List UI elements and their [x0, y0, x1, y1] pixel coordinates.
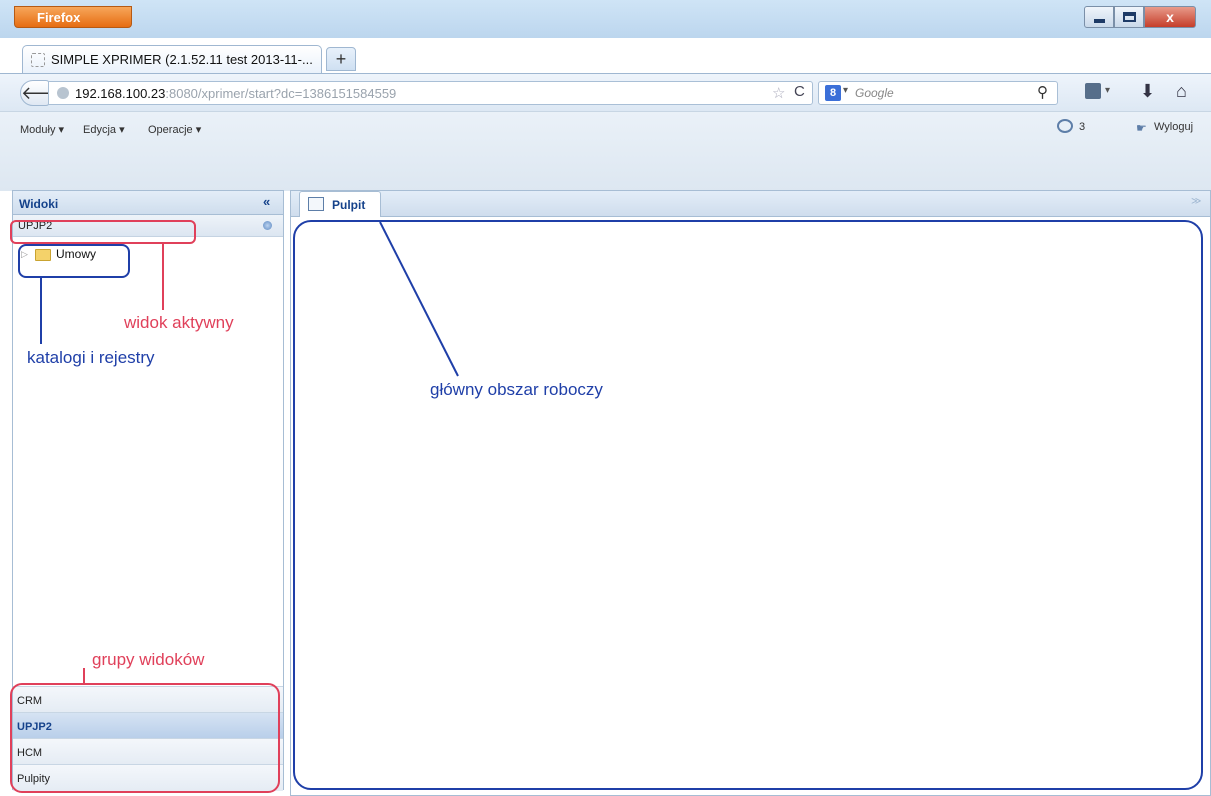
chat-bubble-icon[interactable] — [1057, 119, 1073, 133]
views-panel-header: Widoki « — [13, 191, 283, 215]
maximize-icon — [1123, 12, 1136, 22]
panel-title: Widoki — [19, 197, 59, 211]
close-icon: x — [1166, 9, 1174, 25]
tab-pulpit-label: Pulpit — [332, 198, 366, 212]
firefox-menu-button[interactable]: Firefox — [14, 6, 132, 28]
app-menubar: Moduły ▾ Edycja ▾ Operacje ▾ 3 ☛ Wyloguj — [0, 111, 1211, 191]
address-bar[interactable]: 192.168.100.23:8080/xprimer/start?dc=138… — [48, 81, 813, 105]
annotation-box-work-area — [293, 220, 1203, 790]
annotation-label-active-view: widok aktywny — [124, 313, 234, 332]
dashboard-icon — [308, 197, 324, 211]
browser-tab-active[interactable]: SIMPLE XPRIMER (2.1.52.11 test 2013-11-.… — [22, 45, 322, 73]
menu-moduly[interactable]: Moduły ▾ — [20, 123, 64, 136]
home-icon[interactable]: ⌂ — [1176, 81, 1187, 102]
tab-pulpit[interactable]: Pulpit — [299, 191, 381, 217]
search-icon[interactable]: ⚲ — [1037, 83, 1048, 101]
url-host: 192.168.100.23 — [75, 86, 166, 101]
chevron-double-down-icon[interactable]: ≫ — [1191, 196, 1201, 207]
menu-edycja[interactable]: Edycja ▾ — [83, 123, 125, 136]
menu-operacje[interactable]: Operacje ▾ — [148, 123, 201, 136]
annotation-line-view-groups — [83, 668, 85, 684]
annotation-line-active-view — [162, 244, 164, 310]
navigation-toolbar: 🡐 192.168.100.23:8080/xprimer/start?dc=1… — [0, 73, 1211, 111]
annotation-label-view-groups: grupy widoków — [92, 650, 205, 669]
annotation-box-catalogs — [18, 244, 130, 278]
window-titlebar: Firefox x — [0, 0, 1211, 38]
download-icon[interactable]: ⬇ — [1140, 81, 1155, 102]
site-identity-icon[interactable] — [57, 87, 69, 99]
search-input[interactable]: 8 ▾ Google — [818, 81, 1058, 105]
annotation-label-work-area: główny obszar roboczy — [430, 380, 603, 399]
minimize-icon — [1094, 19, 1105, 23]
google-icon[interactable]: 8 — [825, 85, 841, 101]
minimize-button[interactable] — [1084, 6, 1114, 28]
annotation-label-catalogs: katalogi i rejestry — [27, 348, 155, 367]
tab-title: SIMPLE XPRIMER (2.1.52.11 test 2013-11-.… — [51, 52, 313, 67]
new-tab-button[interactable]: + — [326, 47, 356, 71]
reload-icon[interactable]: C — [794, 83, 805, 100]
url-path: :8080/xprimer/start?dc=1386151584559 — [165, 86, 397, 101]
collapse-icon[interactable]: « — [263, 194, 270, 209]
logout-icon[interactable]: ☛ — [1136, 121, 1147, 135]
annotation-box-view-groups — [10, 683, 280, 793]
chevron-down-icon[interactable]: ▾ — [1105, 85, 1110, 96]
dropdown-icon[interactable] — [263, 221, 272, 230]
maximize-button[interactable] — [1114, 6, 1144, 28]
bookmarks-icon[interactable] — [1085, 83, 1101, 99]
search-placeholder: Google — [855, 86, 894, 100]
page-icon — [31, 53, 45, 67]
logout-button[interactable]: Wyloguj — [1154, 121, 1193, 133]
annotation-box-active-view — [10, 220, 196, 244]
close-window-button[interactable]: x — [1144, 6, 1196, 28]
notifications-count[interactable]: 3 — [1079, 121, 1085, 133]
chevron-down-icon[interactable]: ▾ — [843, 85, 848, 96]
annotation-line-catalogs — [40, 278, 42, 344]
back-button[interactable]: 🡐 — [20, 80, 69, 106]
main-tabstrip: Pulpit ≫ — [291, 191, 1210, 217]
bookmark-star-icon[interactable]: ☆ — [772, 84, 785, 102]
